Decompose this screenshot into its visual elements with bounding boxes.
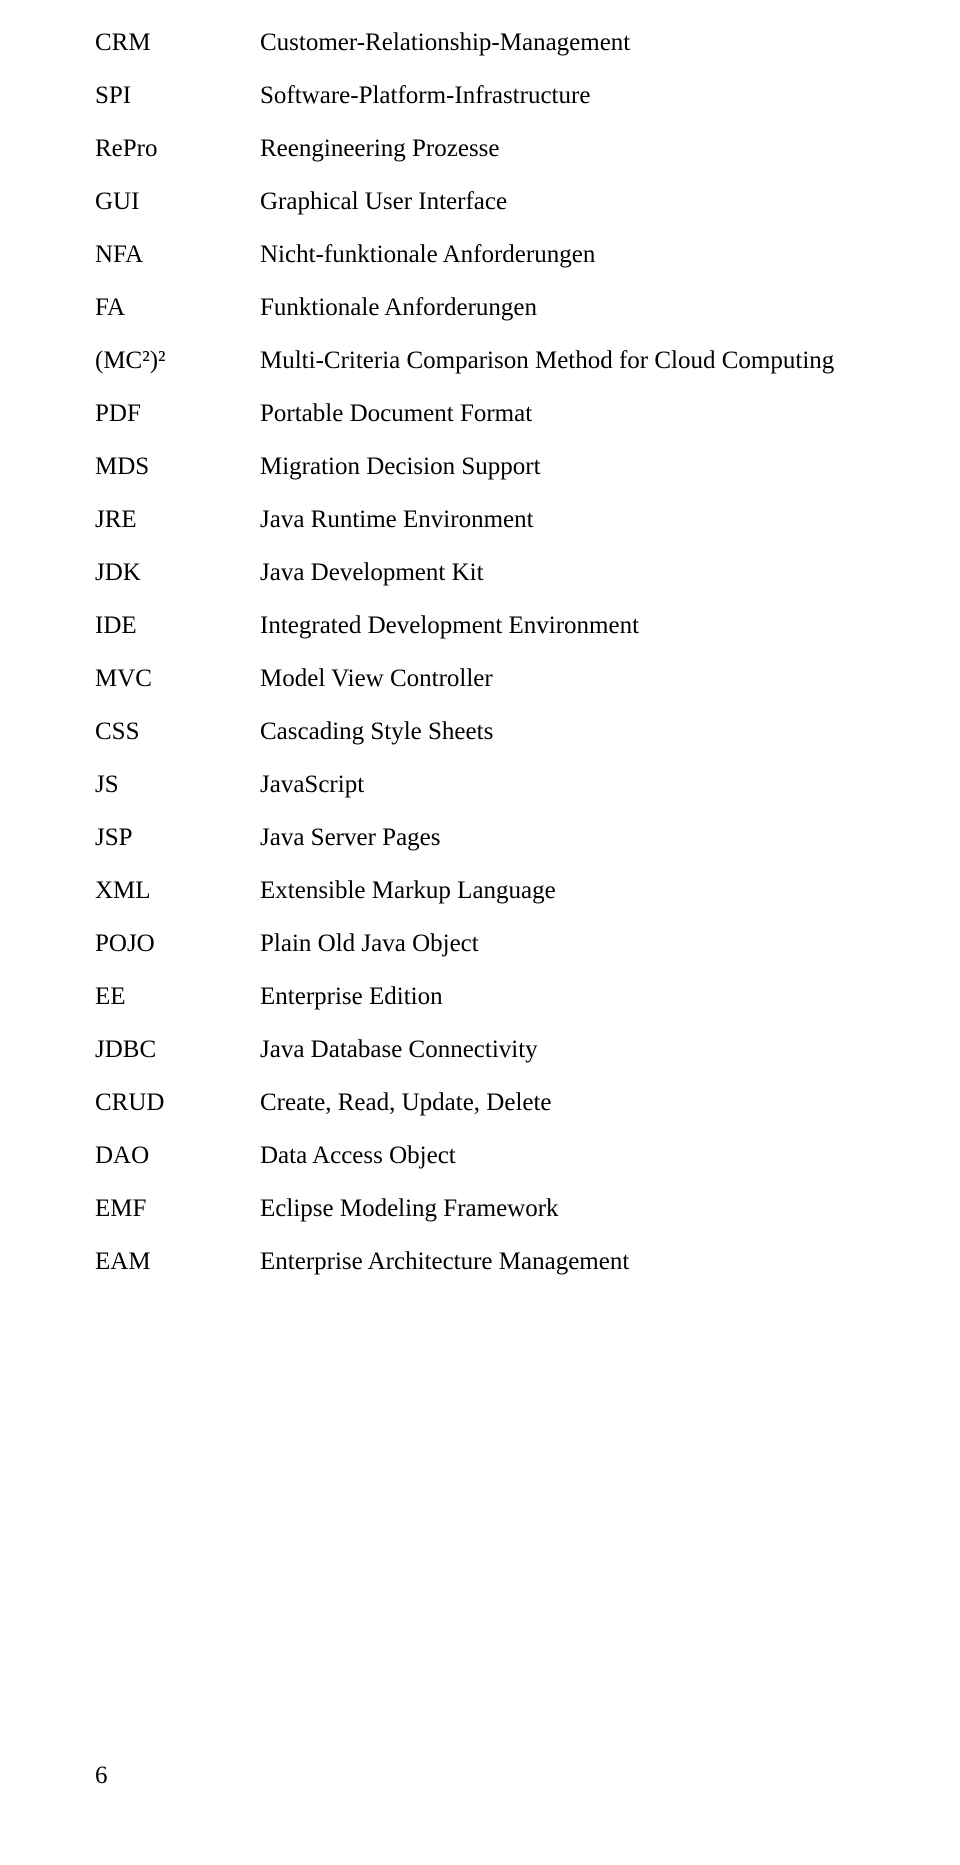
glossary-abbr: EAM [95, 1249, 260, 1302]
glossary-row: MDSMigration Decision Support [95, 454, 834, 507]
glossary-abbr: JRE [95, 507, 260, 560]
glossary-abbr: POJO [95, 931, 260, 984]
glossary-definition: Eclipse Modeling Framework [260, 1196, 834, 1249]
glossary-definition: Software-Platform-Infrastructure [260, 83, 834, 136]
glossary-definition: Portable Document Format [260, 401, 834, 454]
glossary-definition: Enterprise Architecture Management [260, 1249, 834, 1302]
glossary-definition: Model View Controller [260, 666, 834, 719]
glossary-definition: Enterprise Edition [260, 984, 834, 1037]
glossary-row: CRMCustomer-Relationship-Management [95, 30, 834, 83]
glossary-row: JSJavaScript [95, 772, 834, 825]
glossary-definition: Nicht-funktionale Anforderungen [260, 242, 834, 295]
glossary-definition: Create, Read, Update, Delete [260, 1090, 834, 1143]
glossary-definition: Java Database Connectivity [260, 1037, 834, 1090]
glossary-abbr: JS [95, 772, 260, 825]
glossary-definition: Data Access Object [260, 1143, 834, 1196]
glossary-row: CRUDCreate, Read, Update, Delete [95, 1090, 834, 1143]
glossary-definition: Plain Old Java Object [260, 931, 834, 984]
glossary-row: DAOData Access Object [95, 1143, 834, 1196]
glossary-row: IDEIntegrated Development Environment [95, 613, 834, 666]
glossary-abbr: NFA [95, 242, 260, 295]
glossary-abbr: PDF [95, 401, 260, 454]
glossary-abbr: JSP [95, 825, 260, 878]
glossary-definition: Extensible Markup Language [260, 878, 834, 931]
glossary-row: EEEnterprise Edition [95, 984, 834, 1037]
glossary-row: JREJava Runtime Environment [95, 507, 834, 560]
glossary-abbr: FA [95, 295, 260, 348]
glossary-definition: Java Development Kit [260, 560, 834, 613]
glossary-abbr: JDBC [95, 1037, 260, 1090]
glossary-row: XMLExtensible Markup Language [95, 878, 834, 931]
glossary-abbr: GUI [95, 189, 260, 242]
glossary-row: JDKJava Development Kit [95, 560, 834, 613]
glossary-table: CRMCustomer-Relationship-ManagementSPISo… [95, 30, 834, 1302]
glossary-row: FAFunktionale Anforderungen [95, 295, 834, 348]
glossary-abbr: EE [95, 984, 260, 1037]
glossary-abbr: CRUD [95, 1090, 260, 1143]
glossary-abbr: MVC [95, 666, 260, 719]
glossary-row: NFANicht-funktionale Anforderungen [95, 242, 834, 295]
glossary-abbr: IDE [95, 613, 260, 666]
glossary-abbr: SPI [95, 83, 260, 136]
glossary-row: JSPJava Server Pages [95, 825, 834, 878]
glossary-row: GUIGraphical User Interface [95, 189, 834, 242]
glossary-abbr: XML [95, 878, 260, 931]
glossary-definition: Migration Decision Support [260, 454, 834, 507]
glossary-row: SPISoftware-Platform-Infrastructure [95, 83, 834, 136]
glossary-definition: Reengineering Prozesse [260, 136, 834, 189]
glossary-abbr: RePro [95, 136, 260, 189]
glossary-row: CSSCascading Style Sheets [95, 719, 834, 772]
glossary-row: ReProReengineering Prozesse [95, 136, 834, 189]
glossary-abbr: JDK [95, 560, 260, 613]
glossary-abbr: EMF [95, 1196, 260, 1249]
glossary-definition: JavaScript [260, 772, 834, 825]
glossary-definition: Integrated Development Environment [260, 613, 834, 666]
glossary-definition: Cascading Style Sheets [260, 719, 834, 772]
page-number: 6 [95, 1762, 108, 1790]
glossary-definition: Java Runtime Environment [260, 507, 834, 560]
glossary-definition: Graphical User Interface [260, 189, 834, 242]
glossary-definition: Java Server Pages [260, 825, 834, 878]
glossary-abbr: CRM [95, 30, 260, 83]
glossary-abbr: (MC²)² [95, 348, 260, 401]
glossary-row: POJOPlain Old Java Object [95, 931, 834, 984]
glossary-definition: Multi-Criteria Comparison Method for Clo… [260, 348, 834, 401]
glossary-definition: Funktionale Anforderungen [260, 295, 834, 348]
glossary-abbr: DAO [95, 1143, 260, 1196]
glossary-row: EAMEnterprise Architecture Management [95, 1249, 834, 1302]
glossary-row: (MC²)²Multi-Criteria Comparison Method f… [95, 348, 834, 401]
glossary-row: JDBCJava Database Connectivity [95, 1037, 834, 1090]
glossary-row: EMFEclipse Modeling Framework [95, 1196, 834, 1249]
glossary-abbr: CSS [95, 719, 260, 772]
glossary-row: MVCModel View Controller [95, 666, 834, 719]
glossary-definition: Customer-Relationship-Management [260, 30, 834, 83]
glossary-row: PDFPortable Document Format [95, 401, 834, 454]
glossary-abbr: MDS [95, 454, 260, 507]
document-page: CRMCustomer-Relationship-ManagementSPISo… [0, 0, 960, 1865]
